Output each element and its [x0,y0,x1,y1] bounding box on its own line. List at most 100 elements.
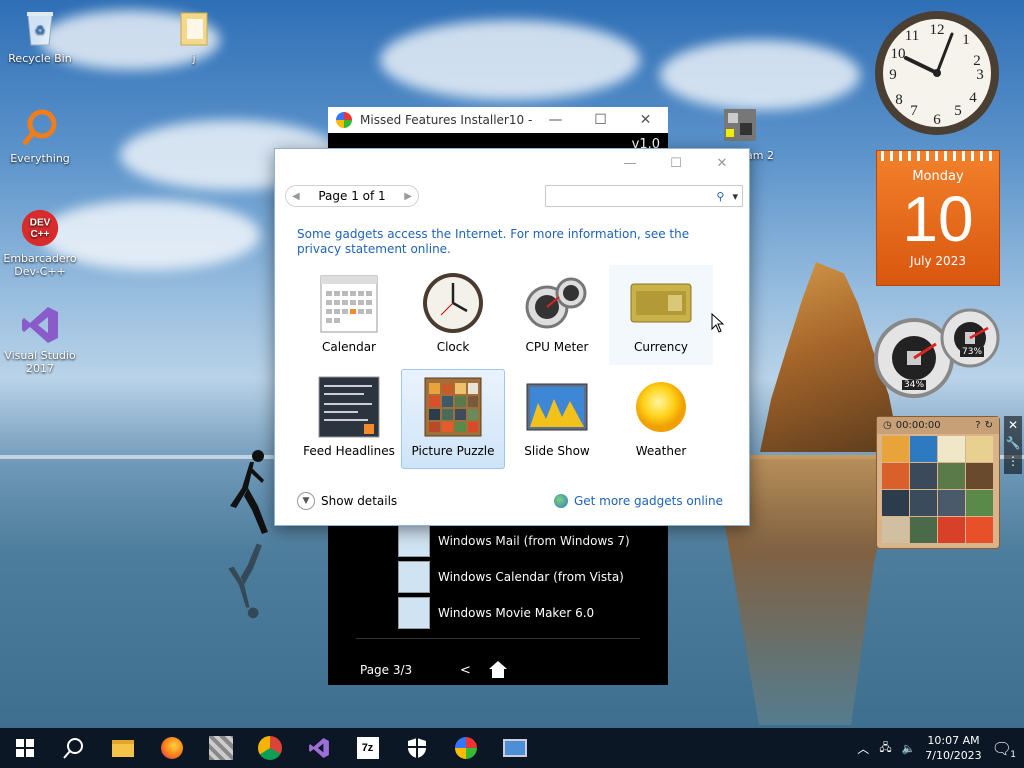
desktop-icon-everything[interactable]: Everything [0,108,80,165]
search-dropdown-icon[interactable]: ▾ [732,190,738,203]
get-more-gadgets-link[interactable]: Get more gadgets online [553,494,723,508]
close-button[interactable]: ✕ [699,156,745,171]
taskbar-chrome[interactable] [245,728,294,768]
taskbar: 7z ︿ 🖧 🔈 10:07 AM 7/10/2023 🗨 1 [0,728,1024,768]
search-icon[interactable]: ⚲ [716,190,724,203]
taskbar-gadgets[interactable] [490,728,539,768]
desktop-icon-visual-studio[interactable]: Visual Studio 2017 [0,305,80,375]
clock-gadget[interactable]: 12 1 2 3 4 5 6 7 8 9 10 11 [874,10,1000,136]
notification-center-button[interactable]: 🗨 1 [992,739,1016,760]
desktop-icon-label: Recycle Bin [8,52,72,65]
gadget-currency[interactable]: Currency [609,265,713,365]
feature-item[interactable]: Windows Movie Maker 6.0 [398,597,594,629]
back-page-button[interactable]: < [460,663,471,678]
next-page-icon[interactable]: ▶ [404,191,412,202]
runner-silhouette [230,450,268,534]
svg-text:DEV: DEV [30,217,51,228]
cpu-meter-gadget[interactable]: 34% 73% [874,306,1000,398]
show-details-label: Show details [321,494,398,508]
maximize-button[interactable]: ☐ [578,112,623,128]
search-gadgets-input[interactable]: ⚲ ▾ [545,185,743,207]
feature-item[interactable]: Windows Calendar (from Vista) [398,561,624,593]
taskbar-installer[interactable] [441,728,490,768]
desktop-icon-label: Embarcadero Dev-C++ [3,252,77,278]
network-icon[interactable]: 🖧 [879,739,891,758]
taskbar-firefox[interactable] [147,728,196,768]
gadget-picture-puzzle[interactable]: Picture Puzzle [401,369,505,469]
desktop-icon-devcpp[interactable]: DEV C++ Embarcadero Dev-C++ [0,208,80,278]
calendar-gadget-icon [298,266,400,340]
gadget-label: Slide Show [524,444,590,458]
drag-handle-icon[interactable]: ⋮ [1004,452,1022,470]
gallery-footer: ▼ Show details Get more gadgets online [297,492,723,510]
refresh-icon[interactable]: ↻ [985,420,993,431]
close-gadget-icon[interactable]: ✕ [1004,416,1022,434]
gadget-weather[interactable]: Weather [609,369,713,469]
close-button[interactable]: ✕ [623,112,668,128]
window-title: Missed Features Installer10 - M... [360,113,533,127]
maximize-button[interactable]: ☐ [653,156,699,171]
visual-studio-icon [20,305,60,345]
gadget-label: Currency [633,340,689,354]
gallery-titlebar[interactable]: — ☐ ✕ [275,149,749,177]
currency-gadget-icon [610,266,712,340]
svg-text:9: 9 [889,67,897,83]
search-button[interactable] [49,728,98,768]
show-details-button[interactable]: ▼ Show details [297,492,397,510]
taskbar-7zip[interactable]: 7z [343,728,392,768]
desktop-icon-recycle-bin[interactable]: ♻ Recycle Bin [0,8,80,65]
desktop-icon-label: j [192,52,196,65]
start-button[interactable] [0,728,49,768]
minimize-button[interactable]: — [533,112,578,128]
calendar-day: 10 [902,183,974,255]
taskbar-file-explorer[interactable] [98,728,147,768]
options-wrench-icon[interactable]: 🔧 [1004,434,1022,452]
taskbar-visual-studio[interactable] [294,728,343,768]
gadget-label: Calendar [322,340,376,354]
desktop-icon-folder-j[interactable]: j [154,8,234,65]
previous-page-icon[interactable]: ◀ [292,191,300,202]
svg-text:12: 12 [930,22,945,38]
weather-sun-icon [610,370,712,444]
chevron-up-icon[interactable]: ︿ [857,740,869,757]
search-icon [62,738,83,759]
get-more-label: Get more gadgets online [573,494,723,508]
calendar-gadget[interactable]: Monday 10 July 2023 [876,150,1000,286]
app-icon [208,736,233,760]
svg-text:C++: C++ [31,229,50,240]
gadget-label: CPU Meter [525,340,589,354]
minimize-button[interactable]: — [607,156,653,171]
home-icon[interactable] [488,659,508,682]
feature-item[interactable]: Windows Mail (from Windows 7) [398,525,630,557]
gadget-cpu-meter[interactable]: CPU Meter [505,265,609,365]
svg-text:7: 7 [910,103,918,119]
picture-puzzle-gadget[interactable]: ◷ 00:00:00 ? ↻ [876,416,1000,549]
gadgets-monitor-icon [502,739,527,757]
taskbar-security[interactable] [392,728,441,768]
taskbar-clock[interactable]: 10:07 AM 7/10/2023 [925,733,981,763]
volume-icon[interactable]: 🔈 [902,742,916,755]
puzzle-timer: 00:00:00 [895,420,941,431]
calendar-rings [881,151,995,161]
gadget-slide-show[interactable]: Slide Show [505,369,609,469]
gadget-calendar[interactable]: Calendar [297,265,401,365]
privacy-notice-link[interactable]: Some gadgets access the Internet. For mo… [297,227,717,257]
help-icon[interactable]: ? [975,420,980,431]
clock-date: 7/10/2023 [925,749,982,762]
taskbar-app[interactable] [196,728,245,768]
chrome-icon [257,736,282,760]
gadget-gallery-window[interactable]: — ☐ ✕ ◀ Page 1 of 1 ▶ ⚲ ▾ Some gadgets a… [274,148,750,526]
svg-text:11: 11 [905,28,919,44]
desktop-icon-label: Everything [10,152,70,165]
gadget-clock[interactable]: Clock [401,265,505,365]
svg-text:10: 10 [891,46,906,62]
puzzle-tiles [882,436,993,543]
windows-calendar-icon [398,561,430,593]
feed-headlines-gadget-icon [298,370,400,444]
folder-icon [174,8,214,48]
gadget-toolbar: ✕ 🔧 ⋮ [1004,416,1022,474]
windows-logo-icon [15,739,34,757]
shield-icon [407,738,426,758]
titlebar[interactable]: Missed Features Installer10 - M... — ☐ ✕ [328,107,668,133]
gadget-feed-headlines[interactable]: Feed Headlines [297,369,401,469]
